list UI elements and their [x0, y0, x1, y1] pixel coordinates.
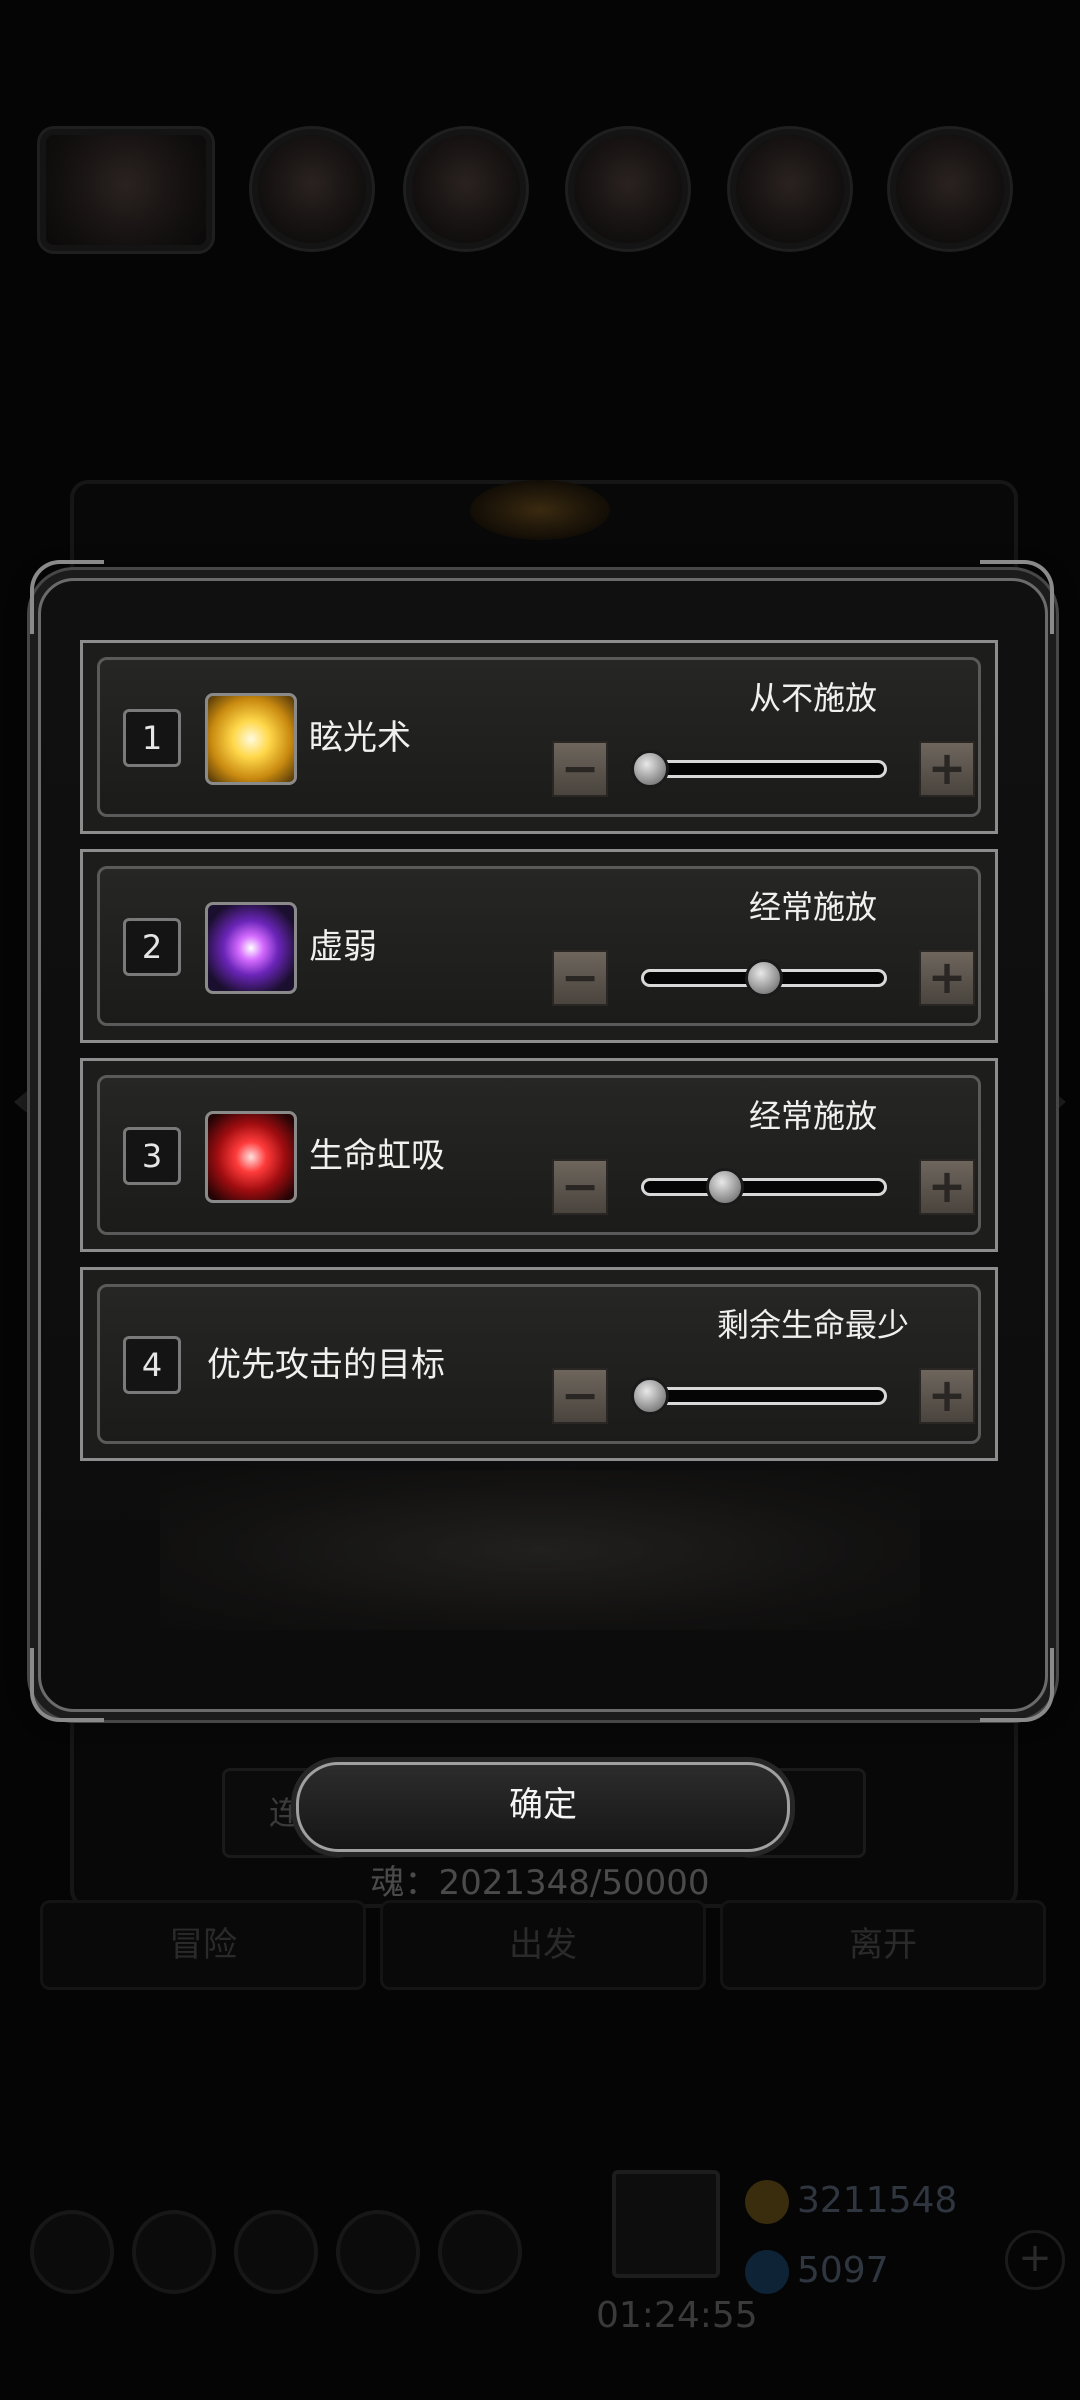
- emblem-icon: [470, 480, 610, 540]
- tab-leave: 离开: [720, 1900, 1046, 1990]
- bottom-bar: 01:24:55 3211548 5097 +: [0, 2160, 1080, 2360]
- skill-name: 虚弱: [309, 927, 377, 967]
- gem-icon: [745, 2250, 789, 2294]
- gem-value: 5097: [797, 2250, 889, 2291]
- increase-button[interactable]: +: [919, 1159, 975, 1215]
- top-menu-icons: [40, 135, 1040, 245]
- slider-knob[interactable]: [706, 1168, 745, 1206]
- menu-icon-2: [412, 135, 520, 243]
- bottom-menu-icon-1: [30, 2210, 114, 2294]
- gold-value: 3211548: [797, 2180, 958, 2221]
- gold-icon: [745, 2180, 789, 2224]
- weakness-skill-icon: [205, 902, 297, 994]
- confirm-button[interactable]: 确定: [296, 1762, 790, 1852]
- skill-row-3: 3 生命虹吸 经常施放 − +: [80, 1058, 998, 1252]
- left-arrow-icon: [14, 1080, 40, 1124]
- event-timer: 01:24:55: [596, 2295, 758, 2336]
- bottom-menu-icon-5: [438, 2210, 522, 2294]
- priority-slider-track[interactable]: [641, 1387, 887, 1405]
- target-priority-label: 优先攻击的目标: [207, 1345, 445, 1385]
- menu-icon-3: [574, 135, 682, 243]
- increase-button[interactable]: +: [919, 741, 975, 797]
- frequency-label: 经常施放: [748, 888, 877, 926]
- decrease-button[interactable]: −: [552, 950, 608, 1006]
- skill-row-1: 1 眩光术 从不施放 − +: [80, 640, 998, 834]
- skill-name: 眩光术: [309, 718, 411, 758]
- slider-knob[interactable]: [631, 1377, 669, 1415]
- gold-counter: 3211548: [745, 2180, 957, 2224]
- corner-ornament-icon: [980, 560, 1054, 634]
- character-portrait-icon: [46, 135, 206, 245]
- row-number: 4: [123, 1336, 181, 1394]
- frequency-label: 经常施放: [748, 1097, 877, 1135]
- skill-name: 生命虹吸: [309, 1136, 445, 1176]
- increase-button[interactable]: +: [919, 1368, 975, 1424]
- row-number: 1: [123, 709, 181, 767]
- corner-ornament-icon: [980, 1648, 1054, 1722]
- decrease-button[interactable]: −: [552, 1159, 608, 1215]
- corner-ornament-icon: [30, 560, 104, 634]
- bottom-menu-icon-4: [336, 2210, 420, 2294]
- row-number: 2: [123, 918, 181, 976]
- target-priority-row: 4 优先攻击的目标 剩余生命最少 − +: [80, 1267, 998, 1461]
- life-drain-skill-icon: [205, 1111, 297, 1203]
- target-priority-value: 剩余生命最少: [716, 1306, 909, 1344]
- gift-box-icon: [612, 2170, 720, 2278]
- tab-adventure: 冒险: [40, 1900, 366, 1990]
- slider-knob[interactable]: [745, 959, 783, 997]
- decrease-button[interactable]: −: [552, 741, 608, 797]
- soul-counter: 魂：2021348/50000: [370, 1863, 710, 1903]
- gem-counter: 5097: [745, 2250, 889, 2294]
- flash-skill-icon: [205, 693, 297, 785]
- corner-ornament-icon: [30, 1648, 104, 1722]
- menu-icon-5: [896, 135, 1004, 243]
- slider-knob[interactable]: [631, 750, 669, 788]
- frequency-slider-track[interactable]: [641, 1178, 887, 1196]
- tab-depart: 出发: [380, 1900, 706, 1990]
- bottom-menu-icon-2: [132, 2210, 216, 2294]
- frequency-slider-track[interactable]: [641, 760, 887, 778]
- decrease-button[interactable]: −: [552, 1368, 608, 1424]
- add-resource-icon: +: [1005, 2230, 1065, 2290]
- background-tabs: 冒险 出发 离开: [40, 1900, 1046, 1990]
- bottom-menu-icon-3: [234, 2210, 318, 2294]
- frequency-label: 从不施放: [748, 679, 877, 717]
- menu-icon-4: [736, 135, 844, 243]
- increase-button[interactable]: +: [919, 950, 975, 1006]
- panel-background-texture: [160, 1470, 920, 1630]
- menu-icon-1: [258, 135, 366, 243]
- skill-row-2: 2 虚弱 经常施放 − +: [80, 849, 998, 1043]
- row-number: 3: [123, 1127, 181, 1185]
